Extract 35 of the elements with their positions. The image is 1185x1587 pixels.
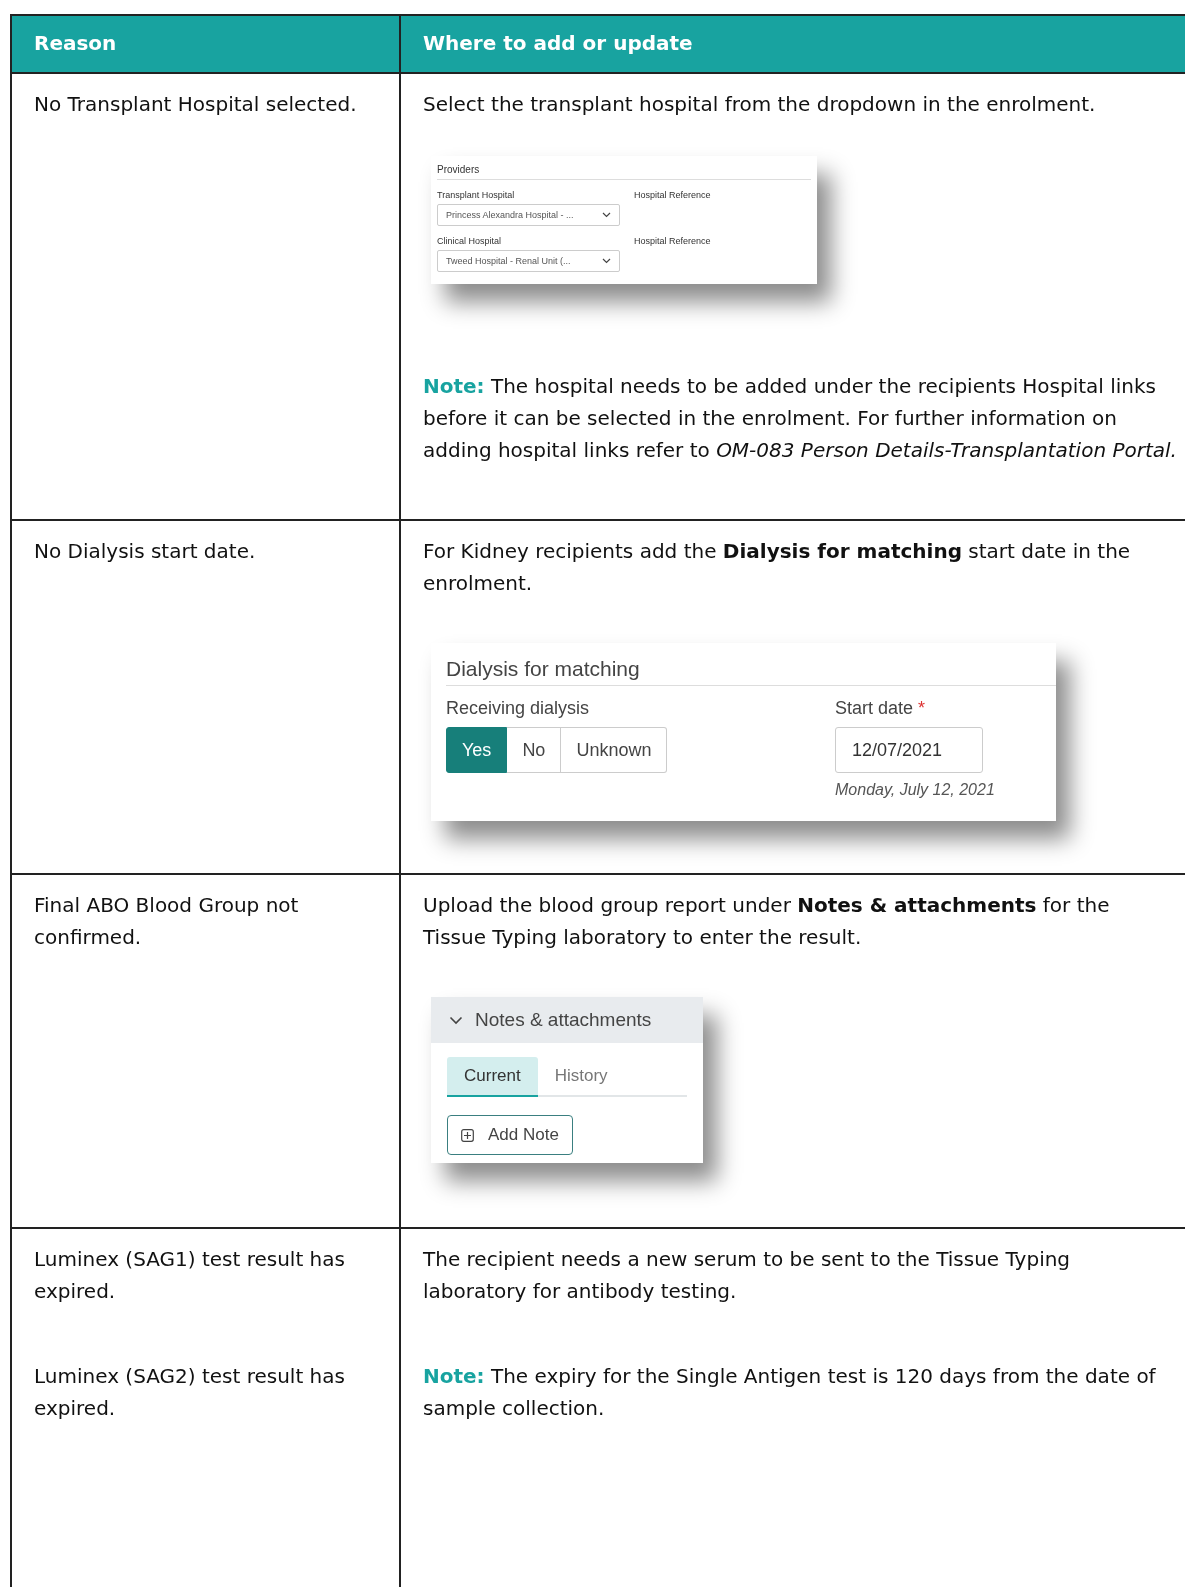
dialysis-option[interactable]: No bbox=[507, 727, 562, 773]
reason-text: Luminex (SAG2) test result has expired. bbox=[34, 1363, 346, 1422]
column-header: Reason bbox=[34, 31, 117, 55]
reason-text: No Dialysis start date. bbox=[34, 538, 257, 565]
instruction-text: Select the transplant hospital from the dropdown in the enrolment. bbox=[423, 91, 1097, 118]
reason-text: No Transplant Hospital selected. bbox=[34, 91, 358, 118]
dialysis-option[interactable]: Unknown bbox=[561, 727, 668, 773]
date-field[interactable]: 12/07/2021 bbox=[835, 727, 983, 773]
chevron-down-icon bbox=[602, 212, 611, 218]
field-label: Transplant Hospital bbox=[437, 190, 516, 200]
field-label: Clinical Hospital bbox=[437, 236, 503, 246]
hospital-dropdown[interactable]: Princess Alexandra Hospital - ... bbox=[437, 204, 620, 226]
instruction-text: Upload the blood group report under Notes & attachments for the Tissue Typing laboratory to enter the result. bbox=[423, 892, 1111, 951]
add-note-button[interactable]: Add Note bbox=[447, 1115, 573, 1155]
field-label: Hospital Reference bbox=[634, 236, 712, 248]
chevron-down-icon bbox=[602, 258, 611, 264]
field-label: Receiving dialysis bbox=[446, 698, 591, 719]
instruction-text: The recipient needs a new serum to be sent to the Tissue Typing laboratory for antibody testing. bbox=[423, 1246, 1072, 1305]
reason-text: Final ABO Blood Group not confirmed. bbox=[34, 892, 300, 951]
date-hint: Monday, July 12, 2021 bbox=[835, 781, 996, 799]
reason-text: Luminex (SAG1) test result has expired. bbox=[34, 1246, 346, 1305]
note-text: Note: The hospital needs to be added under the recipients Hospital links before it can be selected in the enrolment. For further information on adding hospital links refer to OM-083 Person Details-Transplantation Portal. bbox=[423, 373, 1178, 464]
section-title: Providers bbox=[437, 162, 811, 180]
section-title: Dialysis for matching bbox=[446, 657, 1056, 686]
dialysis-option[interactable]: Yes bbox=[446, 727, 508, 773]
panel-header[interactable]: Notes & attachments bbox=[431, 997, 703, 1043]
panel-tab[interactable]: Current bbox=[447, 1057, 538, 1097]
column-header: Where to add or update bbox=[423, 31, 693, 55]
field-label: Hospital Reference bbox=[634, 190, 712, 202]
hospital-dropdown[interactable]: Tweed Hospital - Renal Unit (... bbox=[437, 250, 620, 272]
instruction-text: For Kidney recipients add the Dialysis for matching start date in the enrolment. bbox=[423, 538, 1132, 597]
note-text: Note: The expiry for the Single Antigen test is 120 days from the date of sample collection. bbox=[423, 1363, 1157, 1422]
panel-tab[interactable]: History bbox=[537, 1057, 625, 1095]
field-label: Start date * bbox=[835, 698, 927, 719]
plus-square-icon bbox=[461, 1128, 474, 1142]
